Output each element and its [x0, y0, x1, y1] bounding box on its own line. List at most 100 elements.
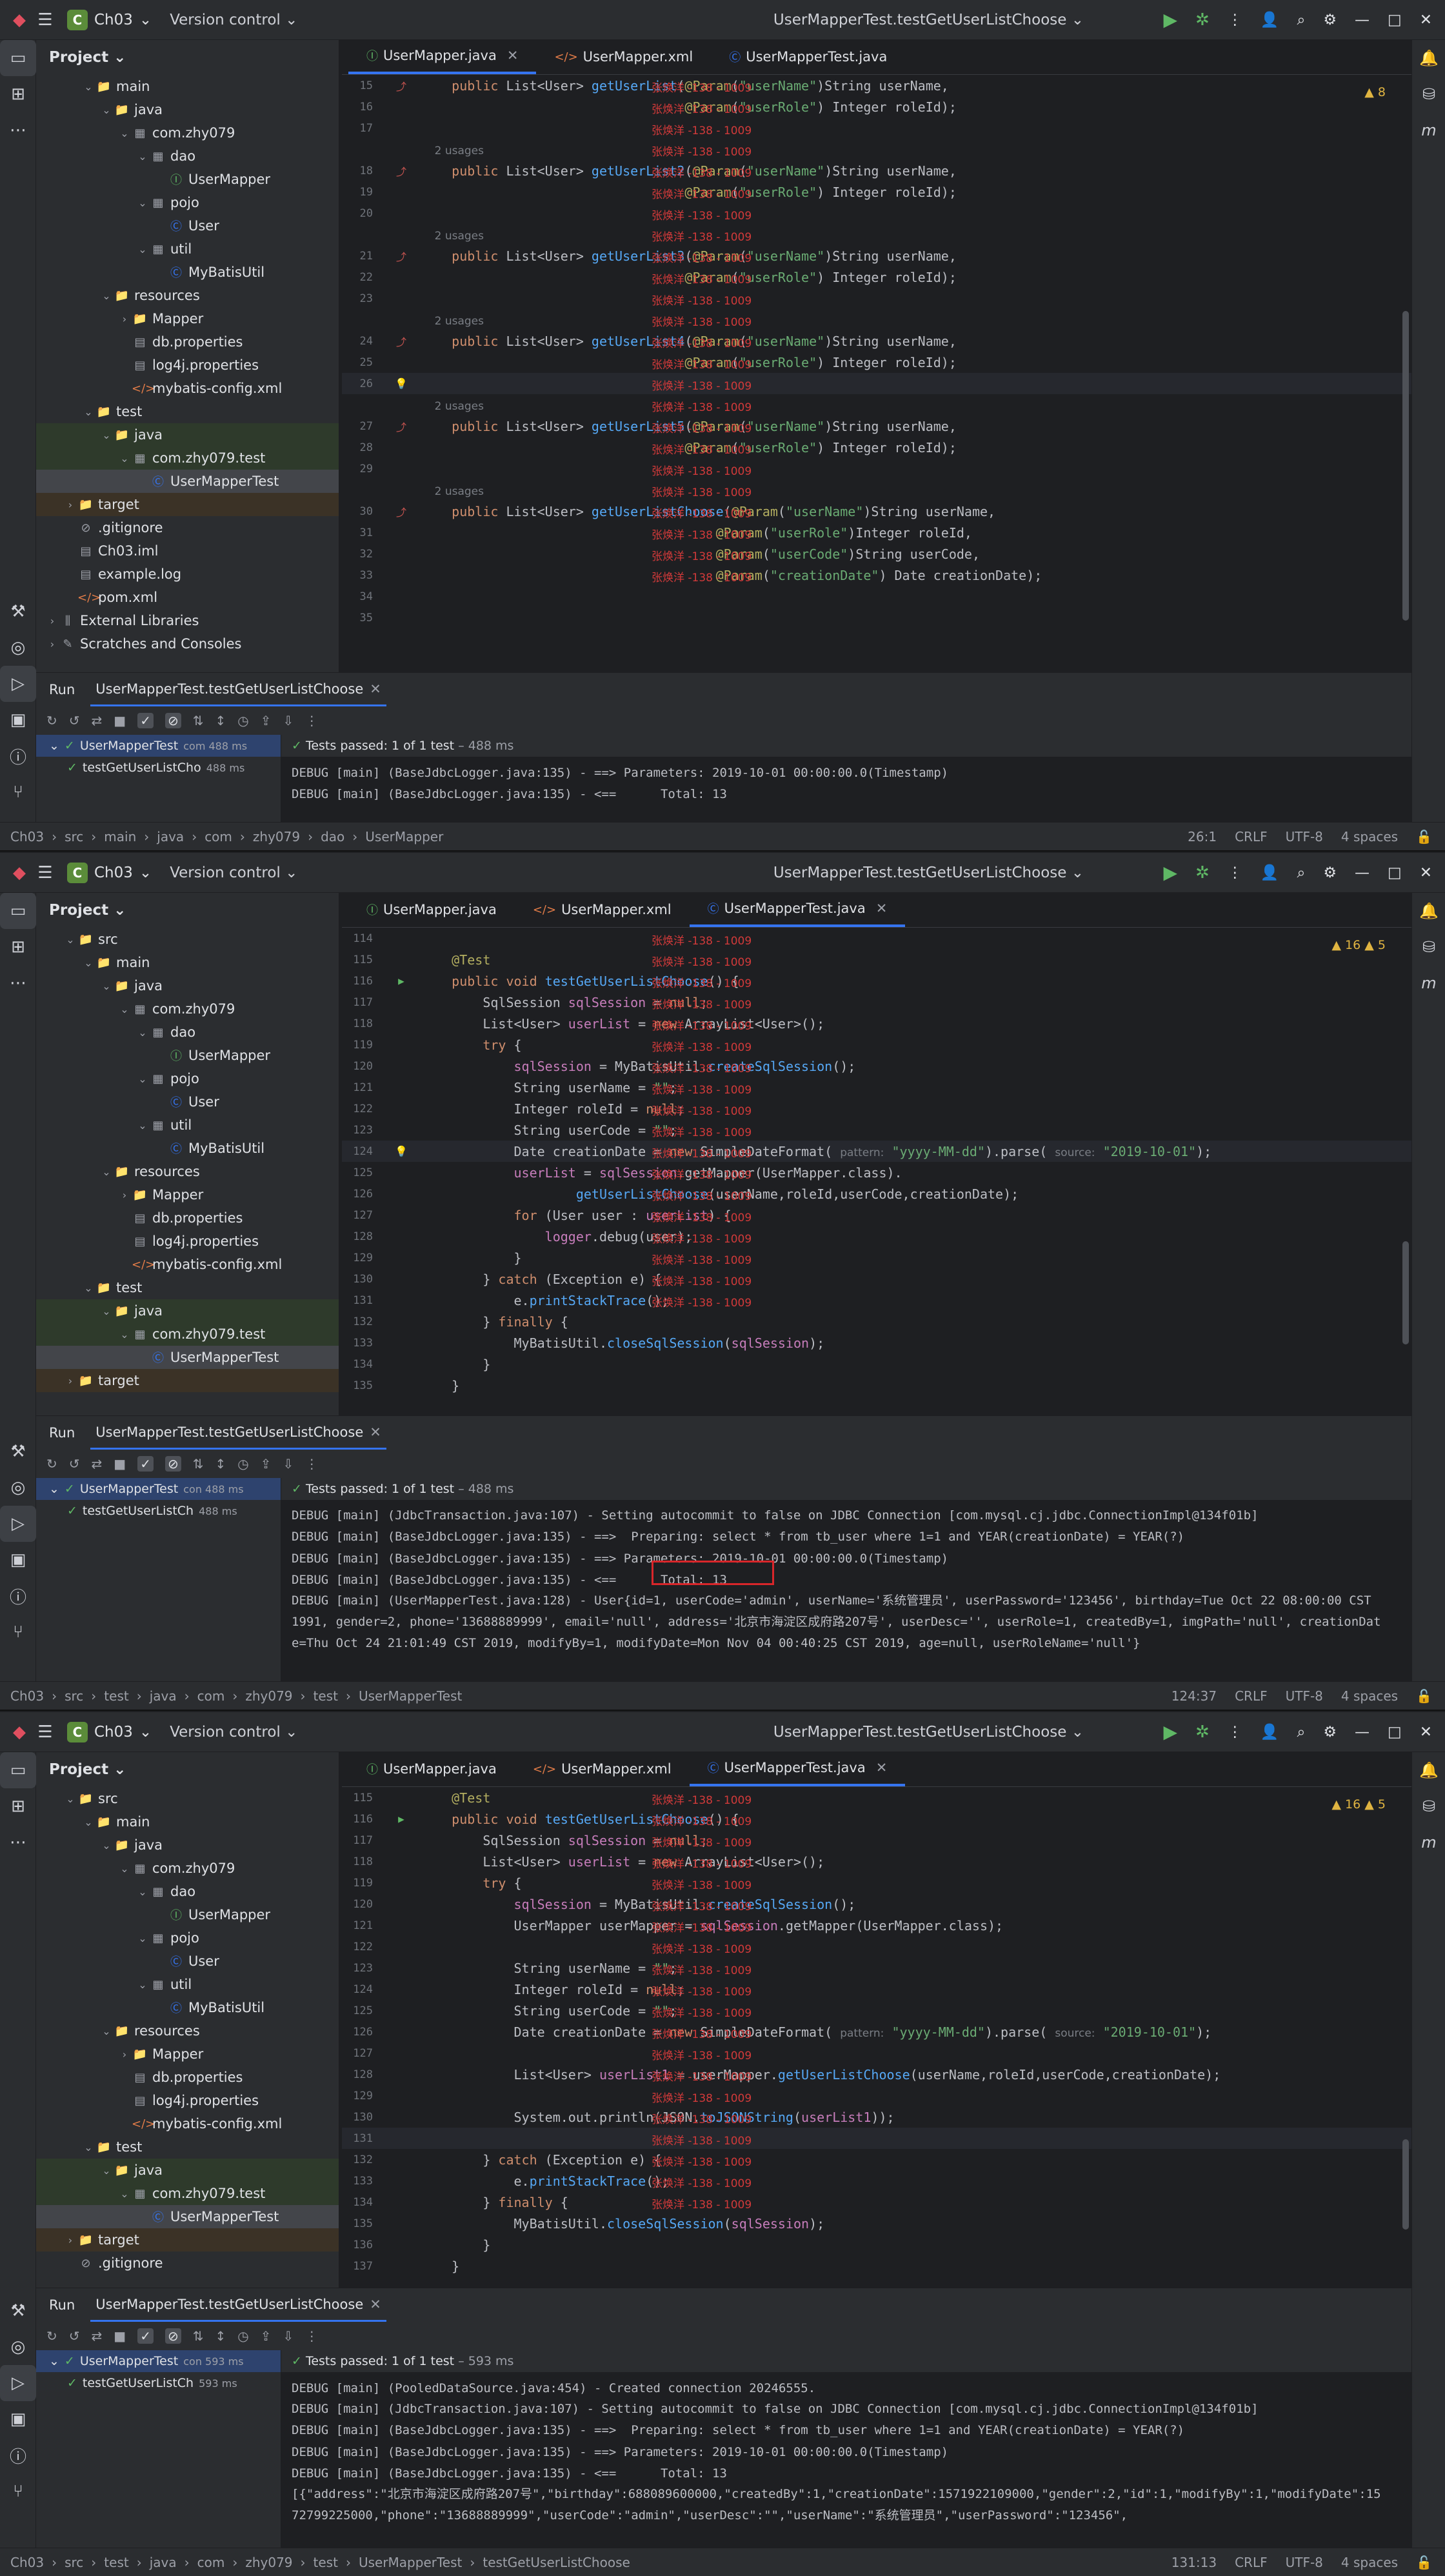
code-line[interactable]: 33 @Param("creationDate") Date creationD…: [342, 564, 1411, 586]
tree-item[interactable]: ▤ log4j.properties: [36, 354, 339, 377]
project-switcher[interactable]: C Ch03 ⌄: [67, 9, 152, 30]
code-line[interactable]: 2 usages: [342, 479, 1411, 501]
tree-item[interactable]: </> mybatis-config.xml: [36, 2112, 339, 2135]
rerun-icon[interactable]: ↻: [46, 2328, 57, 2344]
code-line[interactable]: 20: [342, 203, 1411, 224]
more-icon[interactable]: ⋮: [305, 2328, 318, 2344]
tree-item[interactable]: ⌄ ▦ pojo: [36, 191, 339, 214]
inspection-widget[interactable]: ▲ 16 ▲ 5: [1331, 938, 1386, 952]
code-line[interactable]: 130 } catch (Exception e) {: [342, 1268, 1411, 1290]
close-icon[interactable]: ✕: [370, 1424, 381, 1440]
sort-icon[interactable]: ⇅: [193, 2328, 204, 2344]
status-item[interactable]: 4 spaces: [1341, 2555, 1398, 2570]
tree-item[interactable]: ⌄ ▦ com.zhy079: [36, 121, 339, 145]
sort-duration-icon[interactable]: ↕: [215, 1456, 226, 1472]
code-line[interactable]: 126 getUserListChoose(userName,roleId,us…: [342, 1183, 1411, 1204]
chevron-down-icon[interactable]: ⌄: [81, 2141, 95, 2153]
rerun-failed-icon[interactable]: ↺: [69, 713, 80, 728]
sort-icon[interactable]: ⇅: [193, 1456, 204, 1472]
run-test-icon[interactable]: ▶: [382, 975, 421, 987]
code-line[interactable]: 127: [342, 2042, 1411, 2064]
terminal-icon[interactable]: ▣: [0, 1542, 36, 1578]
project-pane-header[interactable]: Project ⌄: [36, 893, 339, 928]
code-line[interactable]: 116 ▶ public void testGetUserListChoose()…: [342, 1808, 1411, 1830]
terminal-icon[interactable]: ▣: [0, 702, 36, 738]
import-icon[interactable]: ⇩: [283, 1456, 294, 1472]
test-tree-item[interactable]: ⌄ ✓ UserMapperTest com 488 ms: [36, 735, 281, 757]
tree-item[interactable]: ⌄ 📁 src: [36, 928, 339, 951]
chevron-down-icon[interactable]: ⌄: [99, 290, 114, 302]
tree-item[interactable]: ▤ log4j.properties: [36, 1230, 339, 1253]
code-line[interactable]: 21 ⤴ public List<User> getUserList3(@Para…: [342, 245, 1411, 266]
more-icon[interactable]: ⋮: [305, 713, 318, 728]
version-control-menu[interactable]: Version control ⌄: [170, 1724, 297, 1741]
tree-item[interactable]: ⌄ 📁 main: [36, 951, 339, 974]
code-line[interactable]: 115 @Test: [342, 1787, 1411, 1808]
test-tree-item[interactable]: ✓ testGetUserListCho 488 ms: [36, 757, 281, 779]
toggle-icon[interactable]: ⇄: [92, 713, 103, 728]
more-tools-icon[interactable]: ⋯: [0, 112, 36, 148]
tree-item[interactable]: ⌄ 📁 resources: [36, 284, 339, 307]
chevron-down-icon[interactable]: ⌄: [117, 452, 132, 464]
chevron-down-icon[interactable]: ⌄: [49, 739, 59, 753]
run-icon[interactable]: ▶: [1163, 9, 1177, 30]
rerun-icon[interactable]: ↻: [46, 1456, 57, 1472]
code-line[interactable]: 119 try {: [342, 1872, 1411, 1893]
breadcrumb-item[interactable]: com: [197, 1688, 225, 1704]
tree-item[interactable]: Ⓒ MyBatisUtil: [36, 261, 339, 284]
code-line[interactable]: 131: [342, 2128, 1411, 2149]
tree-item[interactable]: ⌄ 📁 resources: [36, 1160, 339, 1183]
tree-item[interactable]: ⌄ ▦ util: [36, 1973, 339, 1996]
rerun-icon[interactable]: ↻: [46, 713, 57, 728]
code-line[interactable]: 130 System.out.println(JSON.toJSONString…: [342, 2106, 1411, 2128]
code-line[interactable]: 131 e.printStackTrace();: [342, 1290, 1411, 1311]
editor-tab[interactable]: Ⓒ UserMapperTest.java: [711, 40, 905, 74]
lock-icon[interactable]: 🔓: [1416, 829, 1432, 844]
editor-scrollbar[interactable]: [1402, 2139, 1409, 2230]
code-line[interactable]: 125 userList = sqlSession.getMapper(User…: [342, 1162, 1411, 1183]
tree-item[interactable]: Ⓒ MyBatisUtil: [36, 1137, 339, 1160]
tree-item[interactable]: Ⓒ UserMapperTest: [36, 1346, 339, 1369]
hamburger-menu-icon[interactable]: ☰: [32, 1719, 58, 1745]
tree-item[interactable]: Ⓒ User: [36, 214, 339, 237]
maximize-icon[interactable]: □: [1388, 864, 1402, 881]
tree-item[interactable]: ⌄ ▦ com.zhy079.test: [36, 1323, 339, 1346]
test-tree-item[interactable]: ⌄ ✓ UserMapperTest con 488 ms: [36, 1478, 281, 1500]
breadcrumb-item[interactable]: java: [157, 829, 184, 844]
status-item[interactable]: 4 spaces: [1341, 1688, 1398, 1704]
database-icon[interactable]: ⛁: [1412, 1788, 1445, 1824]
code-line[interactable]: 2 usages: [342, 394, 1411, 415]
hamburger-menu-icon[interactable]: ☰: [32, 7, 58, 33]
tree-item[interactable]: ⌄ 📁 java: [36, 1833, 339, 1857]
chevron-down-icon[interactable]: ⌄: [99, 1839, 114, 1852]
sort-duration-icon[interactable]: ↕: [215, 2328, 226, 2344]
stop-icon[interactable]: ■: [114, 2328, 126, 2344]
toggle-icon[interactable]: ⇄: [92, 1456, 103, 1472]
chevron-down-icon[interactable]: ⌄: [135, 197, 150, 209]
structure-icon[interactable]: ⊞: [0, 929, 36, 965]
debug-icon[interactable]: ✲: [1195, 10, 1210, 30]
search-icon[interactable]: ⌕: [1297, 12, 1305, 28]
tree-item[interactable]: Ⓒ User: [36, 1090, 339, 1113]
editor-tab[interactable]: Ⓒ UserMapperTest.java ✕: [689, 1752, 906, 1786]
breadcrumb-item[interactable]: src: [65, 2555, 83, 2570]
breadcrumb-item[interactable]: com: [204, 829, 232, 844]
tree-item[interactable]: ⌄ 📁 java: [36, 2159, 339, 2182]
minimize-icon[interactable]: —: [1355, 1724, 1370, 1741]
tree-item[interactable]: ▤ log4j.properties: [36, 2089, 339, 2112]
code-line[interactable]: 123 String userCode = "";: [342, 1119, 1411, 1141]
chevron-right-icon[interactable]: ›: [63, 1375, 77, 1387]
close-icon[interactable]: ✕: [507, 48, 519, 63]
code-line[interactable]: 114: [342, 928, 1411, 949]
code-line[interactable]: 22 @Param("userRole") Integer roleId);: [342, 266, 1411, 288]
chevron-down-icon[interactable]: ⌄: [135, 1979, 150, 1991]
code-line[interactable]: 121 String userName = "";: [342, 1077, 1411, 1098]
chevron-down-icon[interactable]: ⌄: [99, 1305, 114, 1317]
services-icon[interactable]: ◎: [0, 630, 36, 666]
folder-icon[interactable]: ▭: [0, 1752, 36, 1788]
code-line[interactable]: 120 sqlSession = MyBatisUtil.createSqlSe…: [342, 1893, 1411, 1915]
status-item[interactable]: 131:13: [1171, 2555, 1217, 2570]
breadcrumb-item[interactable]: Ch03: [10, 829, 44, 844]
breadcrumb-item[interactable]: src: [65, 829, 83, 844]
chevron-down-icon[interactable]: ⌄: [117, 1003, 132, 1015]
